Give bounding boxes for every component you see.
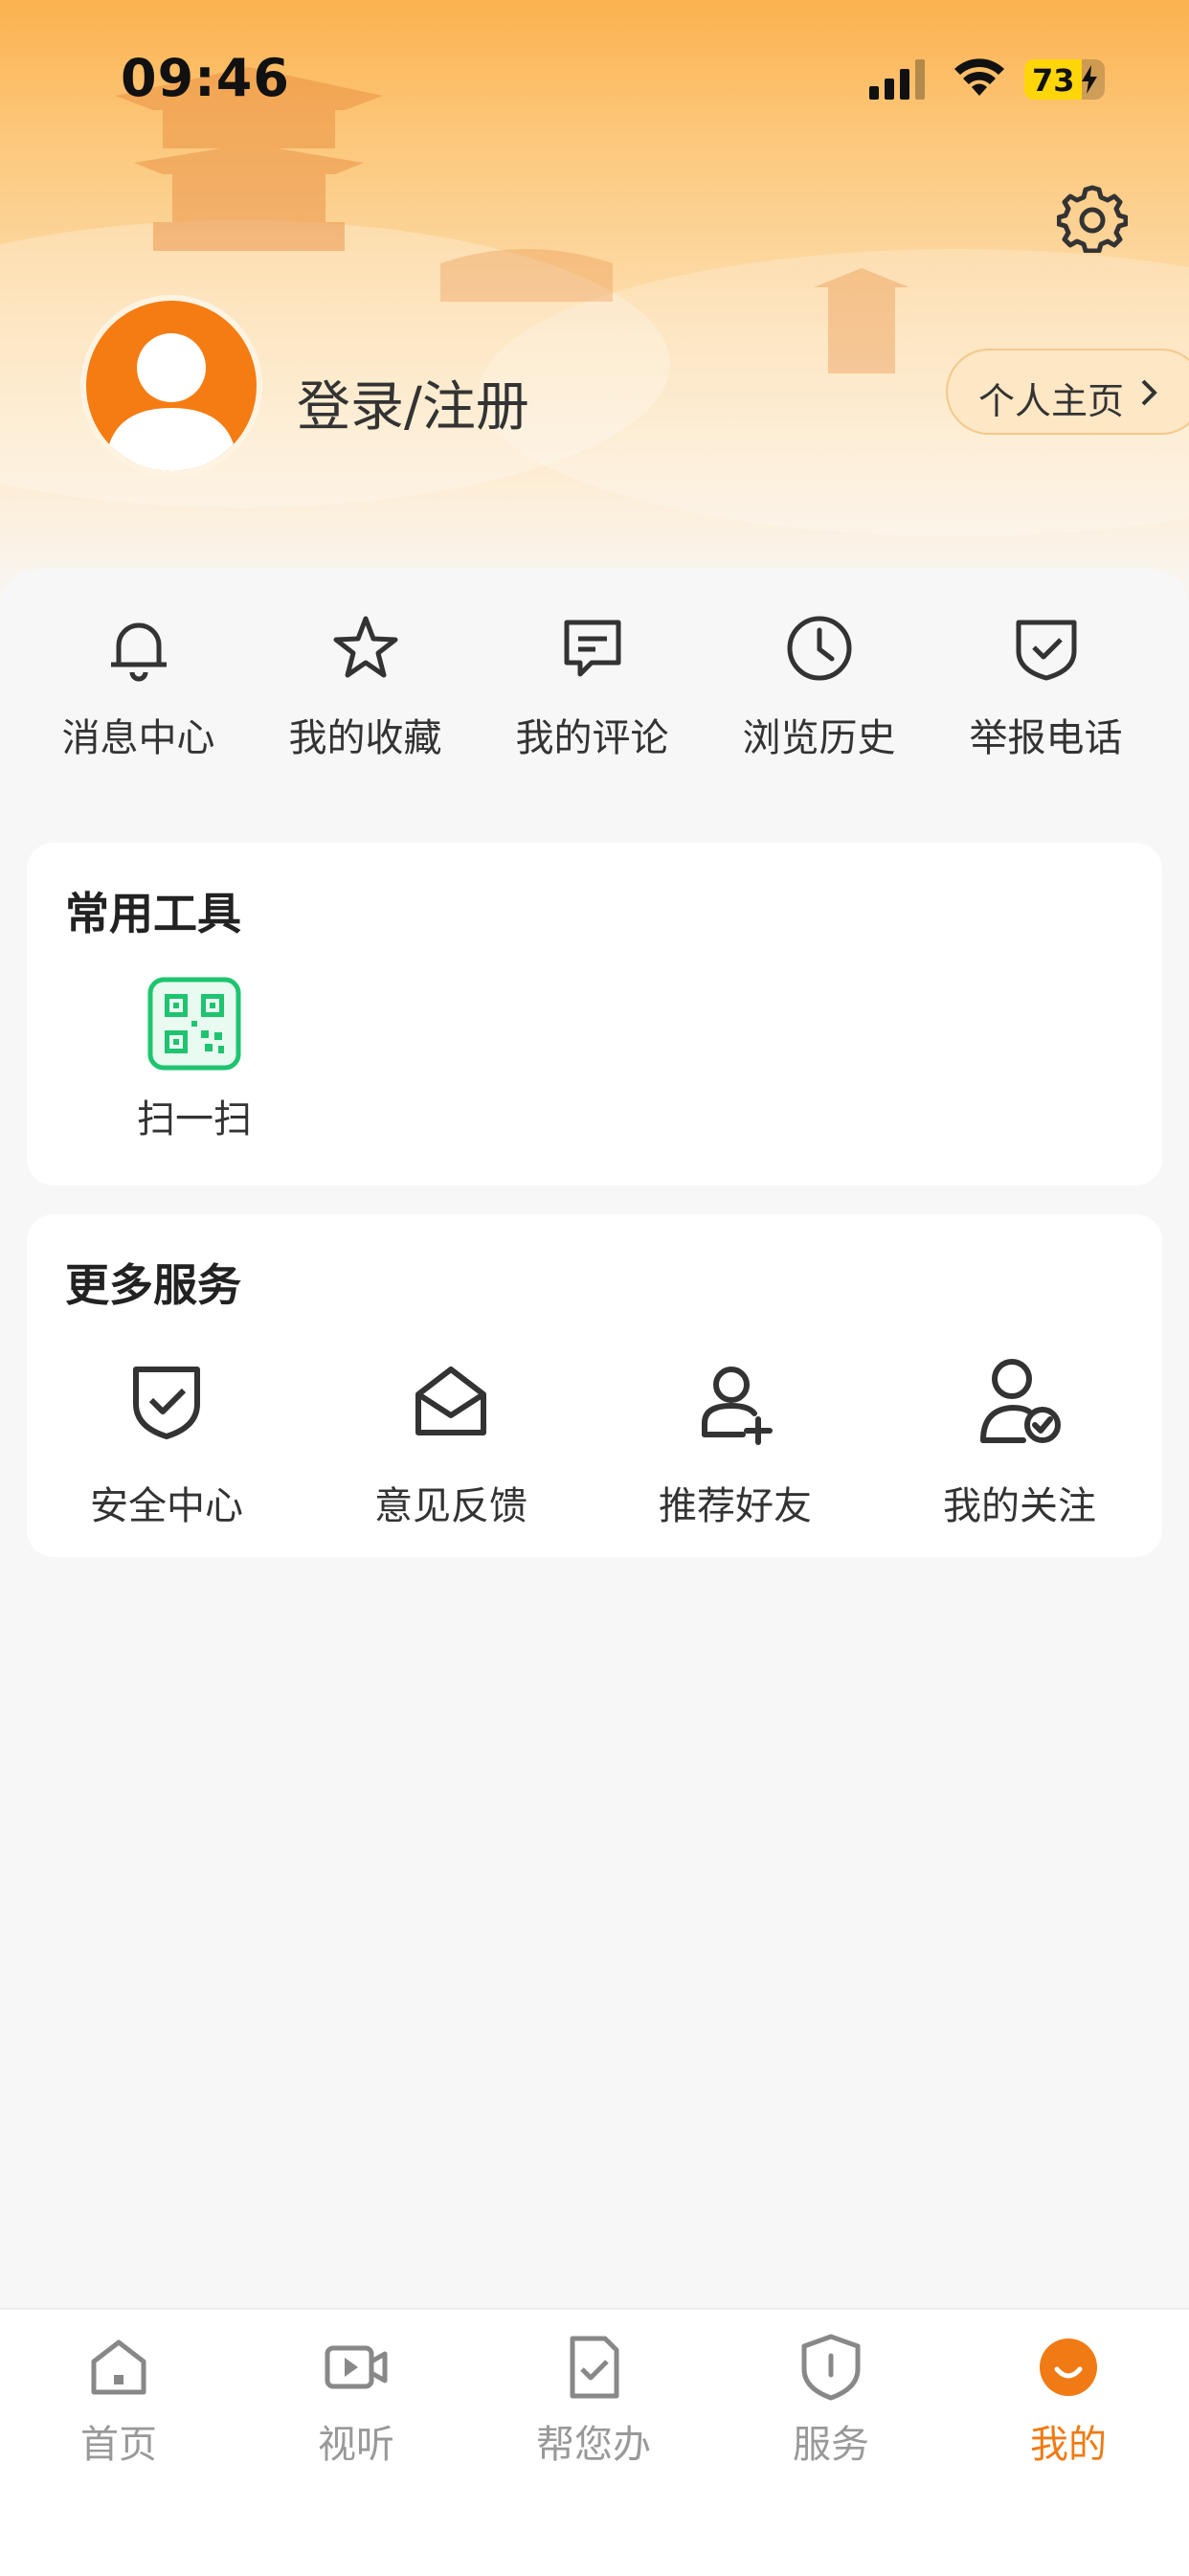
service-label: 我的关注	[943, 1484, 1096, 1528]
home-icon	[91, 2339, 146, 2395]
smile-icon	[1040, 2339, 1097, 2396]
bell-icon	[110, 622, 167, 682]
tab-home[interactable]: 首页	[0, 2333, 237, 2469]
quick-action-label: 我的收藏	[288, 716, 442, 760]
service-security-center[interactable]: 安全中心	[42, 1356, 291, 1530]
tab-label: 首页	[80, 2423, 157, 2467]
doc-check-icon	[570, 2336, 619, 2399]
tab-services[interactable]: 服务	[712, 2333, 950, 2469]
quick-action-label: 消息中心	[61, 716, 215, 760]
service-label: 安全中心	[90, 1484, 243, 1528]
service-feedback[interactable]: 意见反馈	[326, 1356, 575, 1530]
service-recommend-friends[interactable]: 推荐好友	[611, 1356, 860, 1530]
common-tools-card: 常用工具 扫一扫	[27, 843, 1162, 1186]
tab-label: 服务	[793, 2423, 869, 2467]
quick-action-label: 我的评论	[515, 716, 669, 760]
comment-icon	[564, 620, 620, 677]
default-user-avatar-icon	[105, 333, 237, 471]
service-label: 推荐好友	[659, 1484, 812, 1528]
personal-homepage-button[interactable]: 个人主页	[946, 349, 1189, 435]
more-services-card: 更多服务 安全中心 意见反馈 推荐好友 我的关注	[27, 1214, 1162, 1557]
shield-check-icon	[1016, 620, 1076, 681]
service-my-follows[interactable]: 我的关注	[895, 1356, 1144, 1530]
open-envelope-icon	[415, 1367, 486, 1435]
tab-audio-video[interactable]: 视听	[237, 2333, 475, 2469]
quick-action-my-comments[interactable]: 我的评论	[479, 613, 706, 762]
service-label: 意见反馈	[374, 1484, 527, 1528]
battery-level: 73	[1032, 62, 1075, 99]
personal-homepage-label: 个人主页	[978, 380, 1125, 422]
quick-actions-row: 消息中心 我的收藏 我的评论 浏览历史 举报电话	[0, 575, 1189, 804]
add-user-icon	[702, 1367, 773, 1445]
tab-label: 我的	[1030, 2423, 1107, 2467]
tab-label: 视听	[318, 2423, 394, 2467]
user-check-icon	[980, 1359, 1061, 1443]
video-icon	[325, 2345, 388, 2389]
quick-action-my-favorites[interactable]: 我的收藏	[252, 613, 479, 762]
quick-action-report-phone[interactable]: 举报电话	[932, 613, 1159, 762]
tab-help-you-handle[interactable]: 帮您办	[475, 2333, 712, 2469]
shield-info-icon	[801, 2334, 861, 2401]
bridge-decoration	[440, 249, 613, 302]
login-register-link[interactable]: 登录/注册	[297, 364, 529, 441]
more-services-title: 更多服务	[65, 1259, 241, 1311]
tab-label: 帮您办	[536, 2423, 651, 2467]
star-icon	[333, 616, 397, 678]
avatar[interactable]	[80, 295, 262, 477]
cellular-signal-icon	[869, 59, 925, 100]
gear-icon[interactable]	[1057, 182, 1128, 253]
quick-action-browsing-history[interactable]: 浏览历史	[706, 613, 932, 762]
charging-bolt-icon	[1082, 65, 1097, 94]
tool-scan[interactable]: 扫一扫	[84, 977, 304, 1143]
quick-action-label: 浏览历史	[742, 716, 896, 760]
common-tools-title: 常用工具	[65, 888, 241, 939]
quick-action-label: 举报电话	[969, 716, 1123, 760]
tab-mine[interactable]: 我的	[950, 2333, 1187, 2469]
bottom-tab-bar: 首页 视听 帮您办 服务 我的	[0, 2308, 1189, 2576]
quick-action-message-center[interactable]: 消息中心	[25, 613, 252, 762]
status-bar: 09:46 73	[0, 0, 1189, 153]
qr-code-icon	[147, 977, 241, 1071]
tool-label: 扫一扫	[137, 1097, 252, 1141]
wifi-icon	[954, 58, 1004, 96]
status-time: 09:46	[121, 48, 290, 108]
battery-indicator: 73	[1024, 59, 1105, 100]
shield-check-icon	[133, 1367, 200, 1439]
clock-icon	[787, 616, 851, 681]
chevron-right-icon	[1141, 379, 1157, 406]
tower-decoration	[814, 268, 909, 373]
